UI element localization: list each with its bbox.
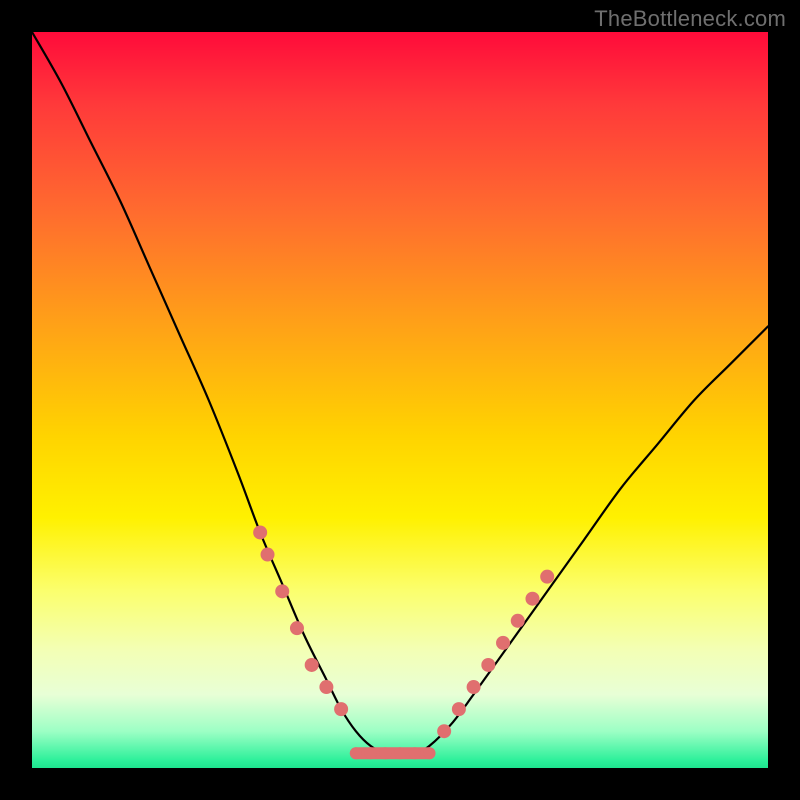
marker-dot <box>275 584 289 598</box>
markers-flat <box>350 747 436 759</box>
markers-right <box>437 570 554 739</box>
marker-dot <box>452 702 466 716</box>
marker-dot <box>379 747 391 759</box>
marker-dot <box>253 525 267 539</box>
marker-dot <box>365 747 377 759</box>
marker-dot <box>334 702 348 716</box>
watermark-text: TheBottleneck.com <box>594 6 786 32</box>
marker-dot <box>261 548 275 562</box>
chart-area <box>32 32 768 768</box>
marker-dot <box>319 680 333 694</box>
bottleneck-plot <box>32 32 768 768</box>
marker-dot <box>350 747 362 759</box>
marker-dot <box>511 614 525 628</box>
marker-dot <box>437 724 451 738</box>
marker-dot <box>481 658 495 672</box>
marker-dot <box>540 570 554 584</box>
marker-dot <box>290 621 304 635</box>
marker-dot <box>305 658 319 672</box>
bottleneck-curve <box>32 32 768 754</box>
marker-dot <box>496 636 510 650</box>
marker-dot <box>467 680 481 694</box>
marker-dot <box>525 592 539 606</box>
marker-dot <box>409 747 421 759</box>
marker-dot <box>394 747 406 759</box>
marker-dot <box>423 747 435 759</box>
markers-left <box>253 525 348 716</box>
